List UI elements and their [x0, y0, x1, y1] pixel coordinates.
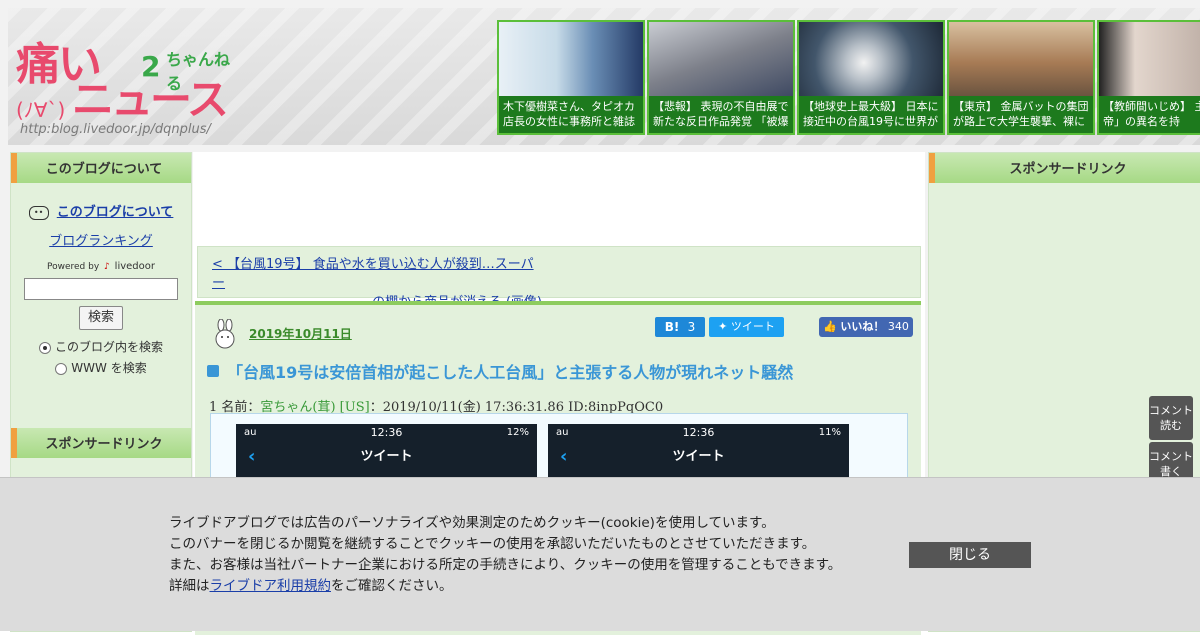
sponsor-heading: スポンサードリンク [11, 428, 191, 458]
prev-article-box: < 【台風19号】 食品や水を買い込む人が殺到…スーパー の棚から商品が消える … [197, 246, 921, 310]
thumbnail-card[interactable]: 木下優樹菜さん、タピオカ店長の女性に事務所と雑誌 [497, 20, 645, 135]
chat-icon: •• [28, 205, 49, 220]
back-chevron-icon: ‹ [248, 446, 256, 467]
powered-by: Powered by ♪ livedoor [47, 261, 155, 272]
livedoor-icon: ♪ [104, 262, 110, 272]
cookie-banner: ライブドアブログでは広告のパーソナライズや効果測定のためクッキー(cookie)… [0, 477, 1200, 631]
thumbnail-card[interactable]: 【地球史上最大級】 日本に接近中の台風19号に世界が [797, 20, 945, 135]
about-heading: このブログについて [11, 153, 191, 183]
hatena-bookmark-button[interactable]: B! 3 [655, 317, 705, 337]
thumbnail-caption: 木下優樹菜さん、タピオカ店長の女性に事務所と雑誌 [503, 100, 635, 128]
rabbit-icon [215, 319, 235, 349]
cookie-text: ライブドアブログでは広告のパーソナライズや効果測定のためクッキー(cookie)… [169, 515, 842, 594]
right-sponsor-heading: スポンサードリンク [929, 153, 1200, 183]
search-button[interactable]: 検索 [79, 306, 123, 330]
thumbnail-caption: 【地球史上最大級】 日本に接近中の台風19号に世界が [803, 100, 939, 128]
article-title[interactable]: 「台風19号は安倍首相が起こした人工台風」と主張する人物が現れネット騒然 [207, 359, 907, 383]
thumbnail-card[interactable]: 【悲報】 表現の不自由展で新たな反日作品発覚 「被爆 [647, 20, 795, 135]
thumbnail-caption: 【教師間いじめ】 主「女帝」の異名を持 [1103, 100, 1200, 128]
logo-url: http:blog.livedoor.jp/dqnplus/ [20, 122, 211, 137]
about-blog-link[interactable]: このブログについて [57, 205, 174, 220]
logo-face: (ﾉ∀`) [16, 98, 66, 122]
thumbnail-caption: 【東京】 金属バットの集団が路上で大学生襲撃、裸に [953, 100, 1089, 128]
comment-read-button[interactable]: コメント読む [1149, 396, 1193, 440]
back-chevron-icon: ‹ [560, 446, 568, 467]
radio-unchecked-icon [55, 362, 68, 375]
radio-www-search[interactable]: WWW を検索 [11, 359, 191, 376]
play-icon [207, 364, 219, 377]
about-section: •• このブログについて ブログランキング Powered by ♪ lived… [11, 201, 191, 376]
left-sponsor-section: スポンサードリンク [11, 428, 191, 458]
thumbnail-image [649, 22, 793, 96]
post-date[interactable]: 2019年10月11日 [249, 325, 352, 342]
thumbnail-caption: 【悲報】 表現の不自由展で新たな反日作品発覚 「被爆 [653, 100, 789, 128]
thumbnail-image [1099, 22, 1200, 96]
thumbnail-image [799, 22, 943, 96]
thumbnail-image [949, 22, 1093, 96]
search-input[interactable] [24, 278, 178, 300]
twitter-bird-icon: ✦ [718, 320, 728, 333]
facebook-like-button[interactable]: 👍 いいね！ 340 [819, 317, 913, 337]
thumbs-up-icon: 👍 [823, 320, 837, 333]
site-header: 痛い 2 ちゃんねる ニュース (ﾉ∀`) http:blog.livedoor… [8, 8, 1200, 145]
thumbnail-card[interactable]: 【教師間いじめ】 主「女帝」の異名を持 [1097, 20, 1200, 135]
cookie-close-button[interactable]: 閉じる [909, 542, 1031, 568]
terms-link[interactable]: ライブドア利用規約 [210, 578, 332, 594]
tweet-button[interactable]: ✦ ツイート [709, 317, 784, 337]
featured-thumbnails: 木下優樹菜さん、タピオカ店長の女性に事務所と雑誌 【悲報】 表現の不自由展で新た… [497, 20, 1200, 135]
blog-ranking-link[interactable]: ブログランキング [49, 234, 153, 249]
thumbnail-card[interactable]: 【東京】 金属バットの集団が路上で大学生襲撃、裸に [947, 20, 1095, 135]
logo-news: ニュース [72, 75, 229, 124]
radio-checked-icon [38, 341, 51, 354]
radio-blog-search[interactable]: このブログ内を検索 [11, 338, 191, 355]
thumbnail-image [499, 22, 643, 96]
site-logo[interactable]: 痛い 2 ちゃんねる ニュース (ﾉ∀`) http:blog.livedoor… [16, 24, 236, 137]
